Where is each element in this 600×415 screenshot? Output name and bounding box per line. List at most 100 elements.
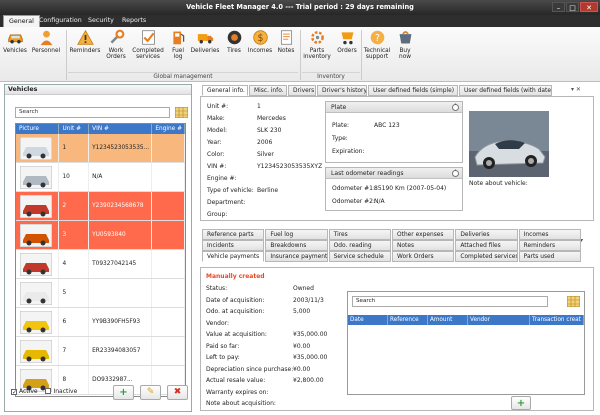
tab-service-schedule[interactable]: Service schedule: [328, 251, 391, 262]
vehicle-thumbnail: [16, 337, 60, 365]
vehicle-thumbnail: [16, 308, 60, 336]
incomes-button[interactable]: $ Incomes: [246, 29, 274, 54]
tab-vehicle-payments[interactable]: Vehicle payments: [202, 251, 265, 262]
column-engine[interactable]: Engine #: [152, 124, 185, 134]
table-row[interactable]: 2 Y2390234568678: [16, 192, 185, 221]
info-label: Model:: [207, 127, 228, 134]
tab-odo-reading[interactable]: Odo. reading: [328, 240, 391, 251]
payment-value: ¥35,000.00: [293, 354, 328, 361]
odometer2-value: N/A: [374, 198, 385, 205]
unit-cell: 7: [59, 337, 90, 365]
payment-value: ¥2,800.00: [293, 377, 324, 384]
payment-search-input[interactable]: Search: [352, 296, 548, 307]
info-value: SLK 230: [257, 127, 282, 134]
buy-now-button[interactable]: Buy now: [394, 29, 416, 61]
tab-deliveries[interactable]: Deliveries: [455, 229, 518, 240]
tab-attached-files[interactable]: Attached files: [455, 240, 518, 251]
reminders-button[interactable]: Reminders: [69, 29, 101, 54]
tab-parts-used[interactable]: Parts used: [518, 251, 581, 262]
table-row[interactable]: 1 Y1234523053535...: [16, 134, 185, 163]
table-row[interactable]: 10 N/A: [16, 163, 185, 192]
payment-label: Odo. at acquisition:: [206, 308, 265, 315]
table-row[interactable]: 5: [16, 279, 185, 308]
payment-label: Depreciation since purchase:: [206, 365, 294, 373]
tab-misc-info[interactable]: Misc. info.: [249, 85, 287, 96]
edit-vehicle-button[interactable]: ✎: [140, 385, 161, 400]
tab-fuel-log[interactable]: Fuel log: [265, 229, 328, 240]
collapse-icon[interactable]: ˆ: [452, 170, 459, 177]
completed-services-button[interactable]: Completed services: [130, 29, 166, 61]
column-unit[interactable]: Unit #: [59, 124, 90, 134]
notes-button[interactable]: Notes: [276, 29, 296, 54]
table-row[interactable]: 3 YU0593840: [16, 221, 185, 250]
add-vehicle-button[interactable]: +: [113, 385, 134, 400]
personnel-button[interactable]: Personnel: [30, 29, 62, 54]
collapse-icon[interactable]: ˆ: [452, 104, 459, 111]
column-date[interactable]: Date: [348, 315, 388, 325]
maximize-icon[interactable]: □: [566, 2, 579, 12]
tab-insurance-payments[interactable]: Insurance payments: [265, 251, 328, 262]
tab-other-expenses[interactable]: Other expenses: [392, 229, 455, 240]
tabs-menu-icon[interactable]: ▾ ✕: [571, 86, 581, 93]
column-amount[interactable]: Amount: [428, 315, 468, 325]
info-value: Berline: [257, 187, 279, 194]
tab-configuration[interactable]: Configuration: [34, 15, 87, 27]
payments-grid: Search Date Reference Amount Vendor Tran…: [347, 291, 585, 395]
plate-box: Plate ˆ Plate: ABC 123 Type: Expiration:: [325, 101, 463, 163]
unit-cell: 2: [59, 192, 90, 220]
column-transaction-created[interactable]: Transaction creat: [530, 315, 584, 325]
minimize-icon[interactable]: –: [552, 2, 565, 12]
active-checkbox[interactable]: ✓: [11, 389, 17, 396]
payment-label: Actual resale value:: [206, 377, 266, 384]
tab-completed-services[interactable]: Completed services: [455, 251, 518, 262]
completed-services-icon: [141, 30, 155, 45]
tab-security[interactable]: Security: [83, 15, 119, 27]
tab-incidents[interactable]: Incidents: [202, 240, 265, 251]
column-picture[interactable]: Picture: [16, 124, 60, 134]
tires-button[interactable]: Tires: [223, 29, 245, 54]
column-vendor[interactable]: Vendor: [468, 315, 530, 325]
technical-support-button[interactable]: ? Technical support: [362, 29, 392, 61]
incomes-icon: $: [252, 30, 268, 45]
delete-vehicle-button[interactable]: ✖: [167, 385, 188, 400]
tab-reference-parts[interactable]: Reference parts: [202, 229, 265, 240]
deliveries-button[interactable]: Deliveries: [189, 29, 221, 54]
grid-view-icon[interactable]: [567, 296, 580, 307]
vehicle-search-input[interactable]: Search: [15, 107, 170, 118]
tab-work-orders[interactable]: Work Orders: [392, 251, 455, 262]
vehicles-grid-body: 1 Y1234523053535... 10 N/A 2 Y2390234568678 3 Y…: [16, 134, 185, 395]
manually-created-label: Manually created: [206, 273, 265, 280]
column-reference[interactable]: Reference: [388, 315, 428, 325]
tab-reports[interactable]: Reports: [117, 15, 151, 27]
tab-general-info[interactable]: General info.: [202, 85, 248, 96]
inactive-checkbox[interactable]: [45, 388, 52, 394]
engine-cell: [152, 134, 185, 162]
group-global-management: Global management: [68, 72, 298, 80]
tab-reminders[interactable]: Reminders: [518, 240, 581, 251]
close-icon[interactable]: ✕: [580, 2, 598, 12]
work-orders-button[interactable]: Work Orders: [103, 29, 129, 61]
table-row[interactable]: 4 T09327042145: [16, 250, 185, 279]
orders-button[interactable]: Orders: [334, 29, 360, 54]
column-vin[interactable]: VIN #: [89, 124, 153, 134]
tab-notes[interactable]: Notes: [392, 240, 455, 251]
info-value: 2006: [257, 139, 273, 146]
fuel-log-button[interactable]: Fuel log: [168, 29, 188, 61]
payment-label: Vendor:: [206, 319, 229, 327]
tab-drivers-history[interactable]: Driver's history: [317, 85, 367, 96]
vehicles-button[interactable]: Vehicles: [2, 29, 28, 54]
add-payment-button[interactable]: +: [511, 396, 531, 410]
tab-breakdowns[interactable]: Breakdowns: [265, 240, 328, 251]
tab-user-fields-simple[interactable]: User defined fields (simple): [368, 85, 458, 96]
tab-incomes[interactable]: Incomes: [518, 229, 581, 240]
table-row[interactable]: 6 YY9B390FH5F93: [16, 308, 185, 337]
vehicle-details-panel: General info. Misc. info. Drivers Driver…: [198, 84, 596, 412]
grid-view-icon[interactable]: [175, 107, 188, 118]
tab-tires[interactable]: Tires: [328, 229, 391, 240]
vehicle-filter: ✓ Active Inactive: [11, 388, 77, 396]
tab-drivers[interactable]: Drivers: [288, 85, 316, 96]
info-value: Y1234523053535XYZ: [257, 163, 323, 170]
parts-inventory-button[interactable]: Parts inventory: [302, 29, 332, 61]
tab-user-fields-date[interactable]: User defined fields (with date): [459, 85, 552, 96]
table-row[interactable]: 7 ER23394083057: [16, 337, 185, 366]
